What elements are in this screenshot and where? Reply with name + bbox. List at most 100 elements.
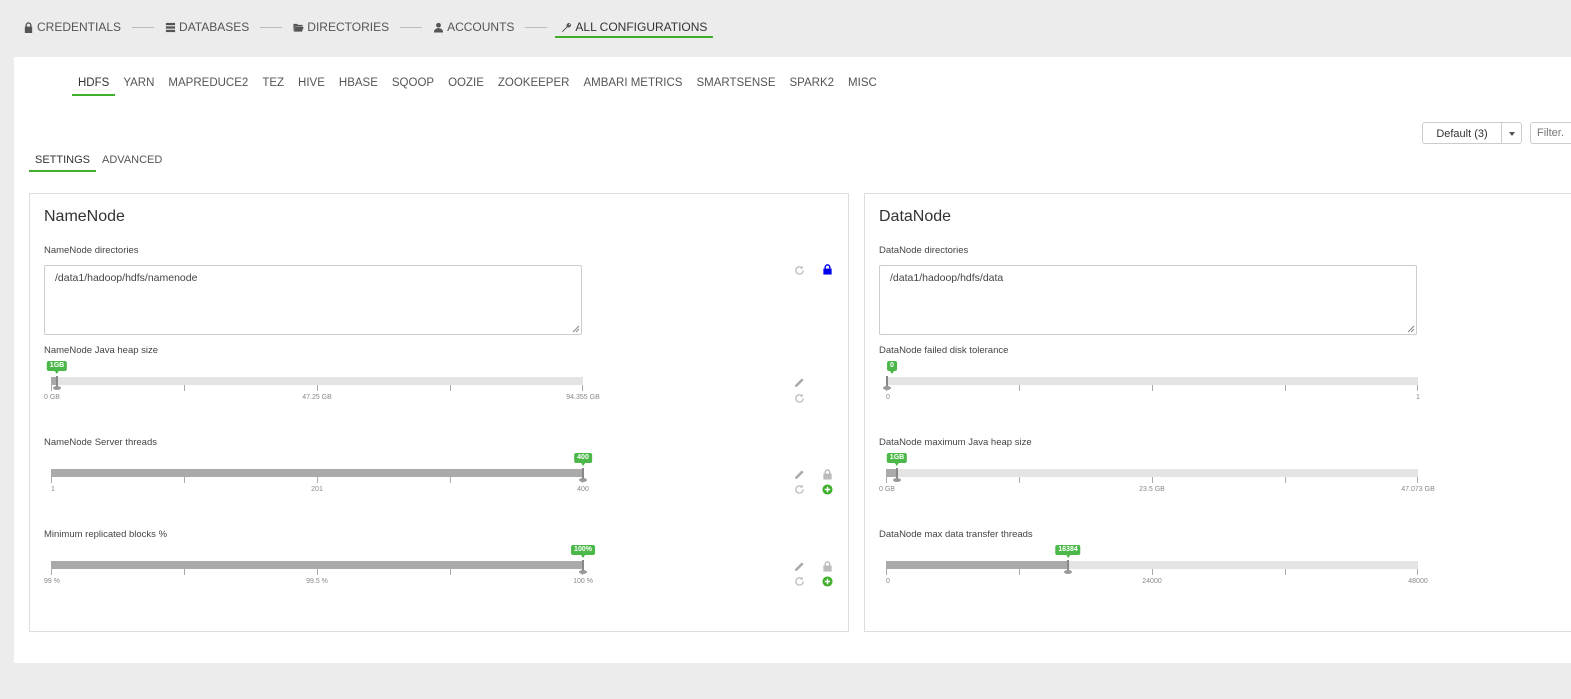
section-title: DataNode	[879, 208, 952, 225]
step-accounts[interactable]: ACCOUNTS	[430, 17, 517, 37]
slider-handle[interactable]	[1064, 560, 1072, 574]
step-databases-label: DATABASES	[179, 20, 250, 34]
slider-tick-label: 0 GB	[44, 394, 60, 401]
datanode-failed-disk-slider[interactable]: 0 1 0	[883, 361, 1420, 403]
slider-handle[interactable]	[883, 376, 891, 390]
database-icon	[165, 22, 176, 32]
slider-tick	[184, 477, 185, 483]
slider-tick-label: 201	[311, 486, 323, 493]
wizard-steps: CREDENTIALS DATABASES DIRECTORIES ACCOUN…	[20, 16, 714, 38]
edit-icon[interactable]	[794, 377, 805, 388]
tab-yarn[interactable]: YARN	[117, 76, 160, 94]
slider-handle[interactable]	[579, 560, 587, 574]
min-replicated-blocks-slider[interactable]: 99 % 99.5 % 100 % 100%	[44, 545, 595, 587]
slider-tick-label: 1	[1416, 394, 1420, 401]
slider-tick-label: 48000	[1408, 578, 1428, 585]
step-all-configurations-label: ALL CONFIGURATIONS	[575, 20, 708, 34]
step-directories[interactable]: DIRECTORIES	[290, 17, 392, 37]
slider-handle[interactable]	[579, 468, 587, 482]
config-label: NameNode Java heap size	[44, 345, 159, 356]
config-label: DataNode failed disk tolerance	[879, 345, 1009, 356]
lock-icon[interactable]	[822, 264, 833, 275]
slider-tick	[1285, 385, 1286, 391]
slider-track[interactable]	[886, 377, 1418, 385]
slider-value-badge: 1GB	[886, 453, 908, 466]
tab-oozie[interactable]: OOZIE	[442, 76, 490, 94]
slider-tick	[317, 477, 318, 483]
edit-icon[interactable]	[794, 469, 805, 480]
tab-settings[interactable]: SETTINGS	[29, 154, 97, 172]
slider-tick	[450, 569, 451, 575]
tab-advanced[interactable]: ADVANCED	[96, 154, 168, 170]
datanode-directories-textarea[interactable]: /data1/hadoop/hdfs/data	[879, 265, 1417, 335]
tab-sqoop[interactable]: SQOOP	[386, 76, 440, 94]
slider-tick-label: 99 %	[44, 578, 60, 585]
refresh-icon[interactable]	[794, 265, 805, 276]
slider-tick	[1417, 477, 1418, 483]
refresh-icon[interactable]	[794, 484, 805, 495]
slider-tick-label: 0	[886, 578, 890, 585]
slider-tick-label: 0	[886, 394, 890, 401]
slider-tick-label: 47.25 GB	[302, 394, 332, 401]
slider-value-badge: 16384	[1055, 545, 1081, 558]
slider-fill	[51, 561, 583, 569]
slider-handle[interactable]	[53, 376, 61, 390]
namenode-heap-slider[interactable]: 0 GB 47.25 GB 94.355 GB 1GB	[44, 361, 600, 403]
config-label: Minimum replicated blocks %	[44, 529, 168, 540]
slider-tick	[1285, 477, 1286, 483]
lock-icon[interactable]	[822, 469, 833, 480]
tab-hdfs[interactable]: HDFS	[72, 76, 116, 96]
wrench-icon	[562, 22, 572, 32]
namenode-directories-textarea[interactable]: /data1/hadoop/hdfs/namenode	[44, 265, 582, 335]
resize-grip-icon[interactable]	[572, 325, 580, 333]
textarea-value: /data1/hadoop/hdfs/namenode	[55, 272, 198, 284]
slider-tick	[1285, 569, 1286, 575]
slider-value-badge: 1GB	[46, 361, 68, 374]
plus-circle-icon[interactable]	[822, 484, 833, 495]
step-all-configurations[interactable]: ALL CONFIGURATIONS	[555, 18, 714, 38]
tab-tez[interactable]: TEZ	[256, 76, 290, 94]
plus-circle-icon[interactable]	[822, 576, 833, 587]
slider-tick	[184, 385, 185, 391]
slider-tick-label: 47.073 GB	[1401, 486, 1435, 493]
edit-icon[interactable]	[794, 561, 805, 572]
slider-tick-label: 400	[577, 486, 589, 493]
step-databases[interactable]: DATABASES	[162, 17, 252, 37]
slider-handle[interactable]	[893, 468, 901, 482]
tab-spark2[interactable]: SPARK2	[784, 76, 841, 94]
datanode-heap-slider[interactable]: 0 GB 23.5 GB 47.073 GB 1GB	[879, 453, 1435, 495]
slider-value-badge: 0	[887, 361, 897, 374]
resize-grip-icon[interactable]	[1407, 325, 1415, 333]
config-label: DataNode max data transfer threads	[879, 529, 1033, 540]
slider-tick	[582, 385, 583, 391]
refresh-icon[interactable]	[794, 576, 805, 587]
slider-value-badge: 400	[574, 453, 592, 466]
tab-ambari-metrics[interactable]: AMBARI METRICS	[577, 76, 688, 94]
slider-tick	[1417, 385, 1418, 391]
filter-input[interactable]	[1530, 122, 1571, 144]
slider-tick	[51, 477, 52, 483]
slider-tick	[1019, 569, 1020, 575]
tab-smartsense[interactable]: SMARTSENSE	[690, 76, 781, 94]
tab-zookeeper[interactable]: ZOOKEEPER	[492, 76, 576, 94]
step-credentials[interactable]: CREDENTIALS	[20, 17, 124, 37]
slider-tick	[51, 385, 52, 391]
lock-icon[interactable]	[822, 561, 833, 572]
datanode-transfer-threads-slider[interactable]: 0 24000 48000 16384	[886, 545, 1428, 587]
tab-misc[interactable]: MISC	[842, 76, 883, 94]
step-separator	[400, 26, 423, 28]
tab-mapreduce2[interactable]: MAPREDUCE2	[162, 76, 254, 94]
slider-track[interactable]	[886, 469, 1418, 477]
config-group-caret-button[interactable]	[1502, 122, 1522, 144]
tab-hbase[interactable]: HBASE	[333, 76, 384, 94]
namenode-threads-slider[interactable]: 1 201 400 400	[51, 453, 592, 495]
slider-tick	[450, 477, 451, 483]
tab-hive[interactable]: HIVE	[292, 76, 331, 94]
refresh-icon[interactable]	[794, 393, 805, 404]
config-group-button[interactable]: Default (3)	[1422, 122, 1502, 144]
slider-track[interactable]	[51, 377, 583, 385]
user-icon	[433, 22, 444, 33]
slider-tick-label: 23.5 GB	[1139, 486, 1165, 493]
slider-tick	[1152, 569, 1153, 575]
slider-tick	[1152, 385, 1153, 391]
